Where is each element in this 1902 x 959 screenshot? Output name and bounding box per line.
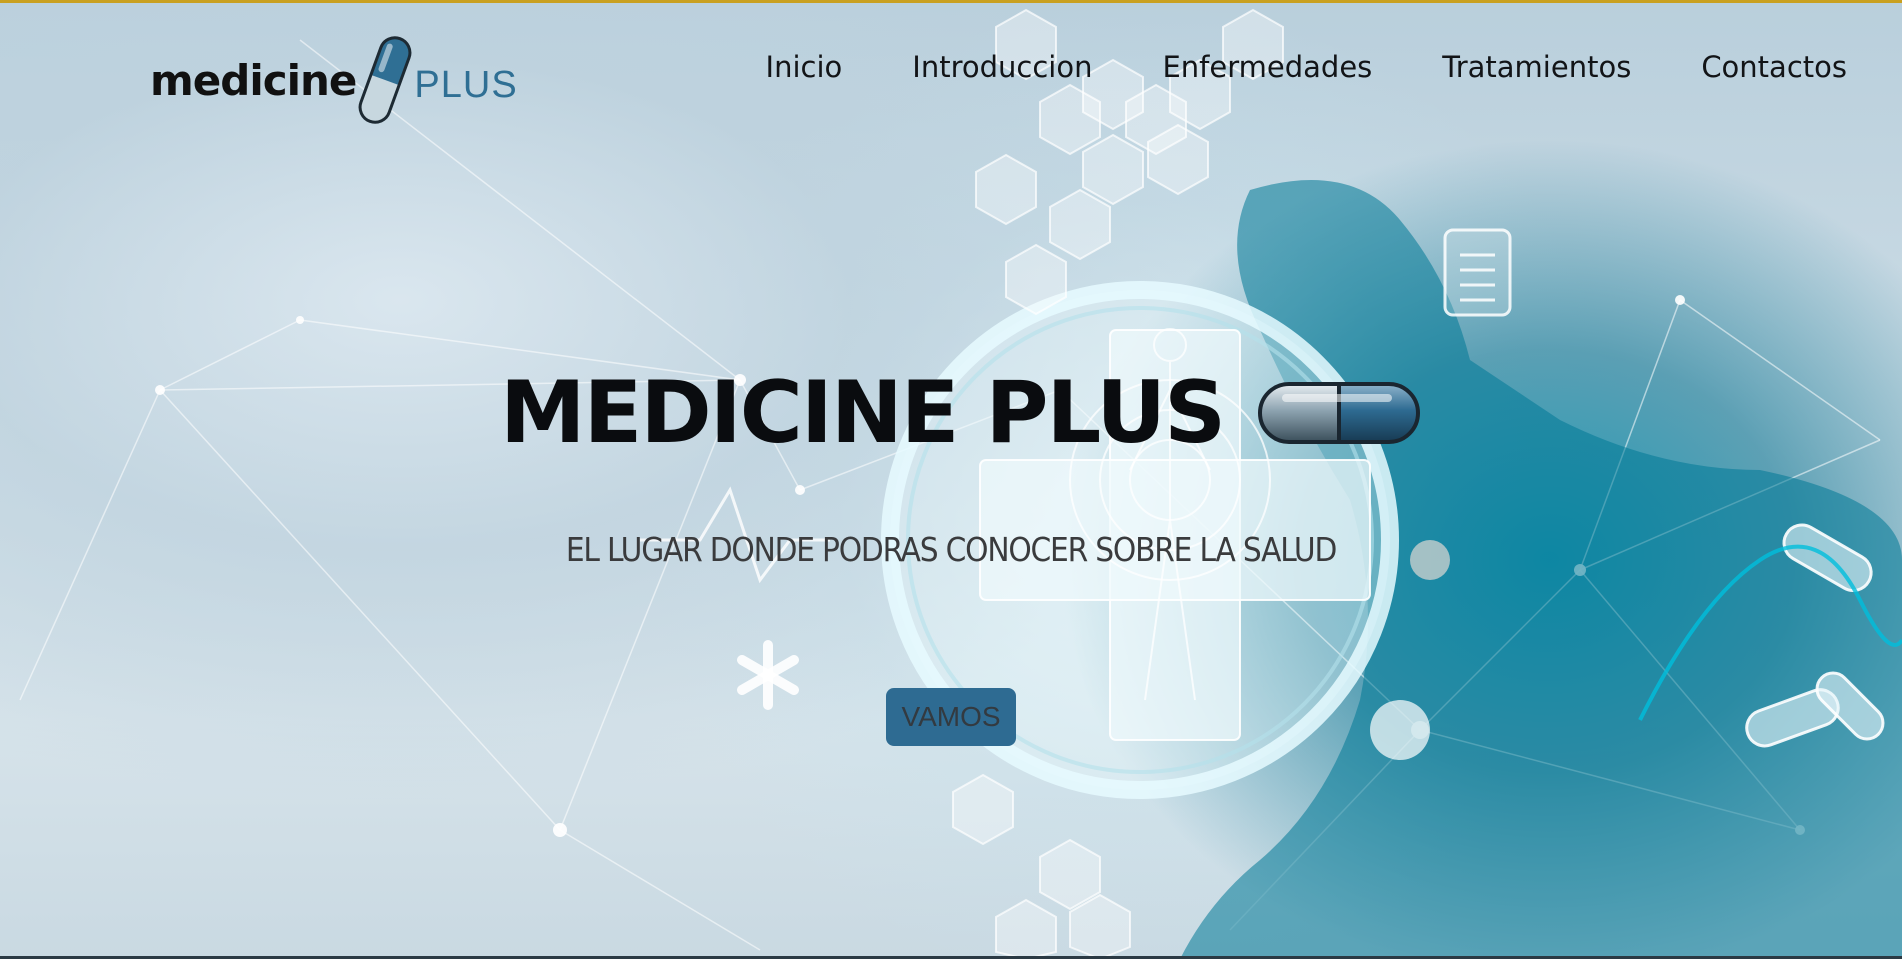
nav-link-tratamientos[interactable]: Tratamientos <box>1442 50 1631 84</box>
hero-title: MEDICINE PLUS <box>500 363 1226 463</box>
hero-subtitle: EL LUGAR DONDE PODRAS CONOCER SOBRE LA S… <box>565 530 1337 569</box>
hero-title-row: MEDICINE PLUS <box>500 370 1424 456</box>
nav-link-inicio[interactable]: Inicio <box>766 50 843 84</box>
top-border <box>0 0 1902 3</box>
nav-link-introduccion[interactable]: Introduccion <box>912 50 1092 84</box>
logo-plus-text: PLUS <box>414 63 518 106</box>
nav-link-contactos[interactable]: Contactos <box>1701 50 1847 84</box>
brand-logo[interactable]: medicine PLUS <box>150 30 530 130</box>
capsule-icon <box>358 36 412 124</box>
logo-wordmark: medicine <box>150 55 357 105</box>
main-navigation: Inicio Introduccion Enfermedades Tratami… <box>766 50 1847 84</box>
capsule-icon <box>1258 382 1420 444</box>
hero-background-image <box>19 8 1902 959</box>
nav-link-enfermedades[interactable]: Enfermedades <box>1162 50 1372 84</box>
vamos-button[interactable]: VAMOS <box>886 688 1016 746</box>
landing-page: medicine PLUS Inicio Introduccion Enferm… <box>0 0 1902 959</box>
